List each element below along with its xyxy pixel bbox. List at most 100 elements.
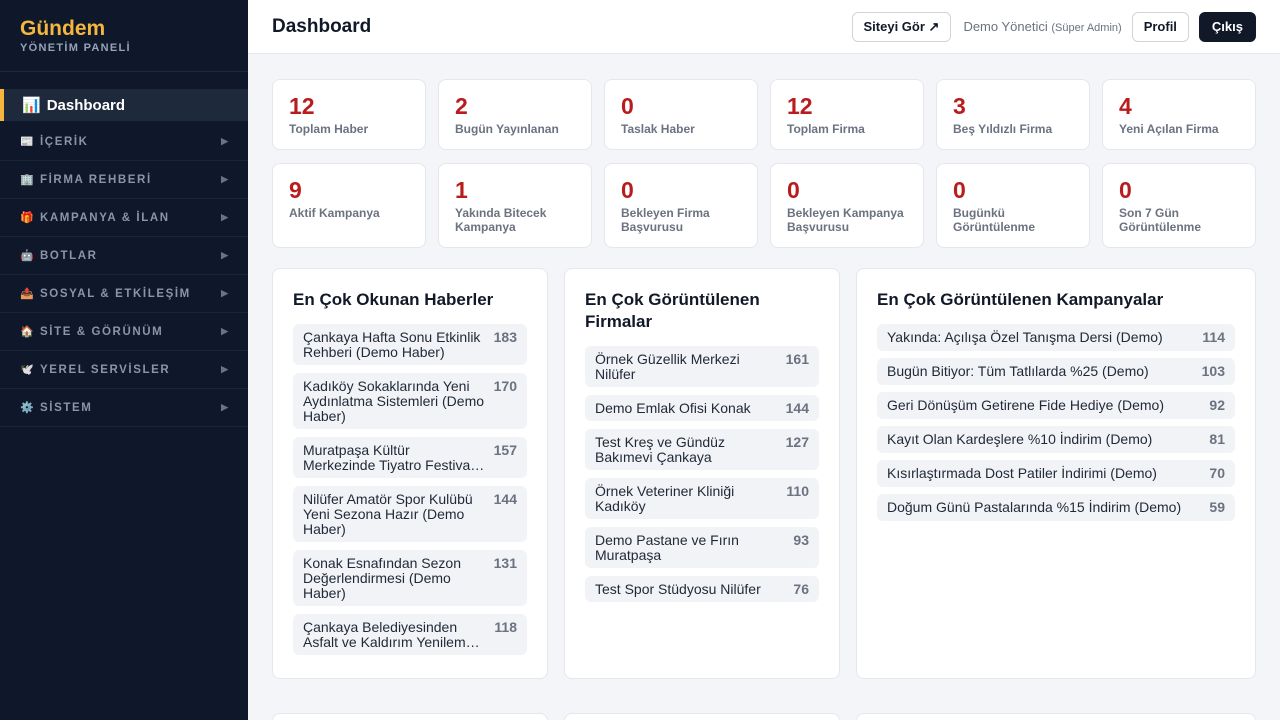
list-item[interactable]: Yakında: Açılışa Özel Tanışma Dersi (Dem…	[877, 324, 1235, 351]
item-count: 92	[1209, 397, 1225, 413]
sidebar-item-botlar[interactable]: 🤖 BOTLAR ▶	[0, 237, 248, 275]
newspaper-icon: 📰	[20, 136, 34, 148]
item-name: Demo Emlak Ofisi Konak	[595, 400, 751, 416]
stat-card: 12 Toplam Haber	[272, 79, 426, 150]
panel-title: En Çok Görüntülenen Kampanyalar	[877, 290, 1164, 309]
brand[interactable]: Gündem YÖNETİM PANELİ	[0, 0, 248, 72]
item-count: 131	[493, 555, 517, 571]
stat-label: Aktif Kampanya	[289, 206, 380, 220]
list-item[interactable]: Kayıt Olan Kardeşlere %10 İndirim (Demo)…	[877, 426, 1235, 453]
expand-arrow-icon: ▶	[221, 288, 228, 298]
item-name: Nilüfer Amatör Spor Kulübü Yeni Sezona H…	[303, 491, 473, 537]
stat-card: 3 Beş Yıldızlı Firma	[936, 79, 1090, 150]
next-panel	[856, 713, 1256, 720]
list-item[interactable]: Örnek Güzellik Merkezi Nilüfer 161	[585, 346, 819, 387]
sidebar-item-yerel-servisler[interactable]: 🕊️ YEREL SERVİSLER ▶	[0, 351, 248, 389]
stat-label: Toplam Haber	[289, 122, 369, 136]
profile-button[interactable]: Profil	[1131, 11, 1189, 42]
top-header: Dashboard Siteyi Gör ↗ Demo Yönetici (Sü…	[248, 0, 1280, 54]
next-panel	[272, 713, 548, 720]
stat-label: Yeni Açılan Firma	[1119, 122, 1219, 136]
list-item[interactable]: Demo Pastane ve Fırın Muratpaşa 93	[585, 527, 819, 568]
expand-arrow-icon: ▶	[221, 250, 228, 260]
sidebar-item-label: BOTLAR	[40, 249, 98, 262]
stat-value: 2	[455, 93, 468, 119]
item-count: 110	[786, 483, 809, 499]
stat-card: 2 Bugün Yayınlanan	[438, 79, 592, 150]
stat-value: 0	[1119, 177, 1132, 203]
item-name: Bugün Bitiyor: Tüm Tatlılarda %25 (Demo)	[887, 363, 1149, 379]
expand-arrow-icon: ▶	[221, 136, 228, 146]
item-name: Örnek Güzellik Merkezi Nilüfer	[595, 351, 740, 382]
list-item[interactable]: Kısırlaştırmada Dost Patiler İndirimi (D…	[877, 460, 1235, 487]
item-name: Kayıt Olan Kardeşlere %10 İndirim (Demo)	[887, 431, 1153, 447]
stat-value: 0	[621, 177, 634, 203]
sidebar-item-site-gorunum[interactable]: 🏠 SİTE & GÖRÜNÜM ▶	[0, 313, 248, 351]
stat-card: 0 Bekleyen Firma Başvurusu	[604, 163, 758, 248]
item-name: Çankaya Belediyesinden Asfalt ve Kaldırı…	[303, 620, 474, 650]
item-count: 127	[785, 434, 809, 450]
sidebar-item-label: SİTE & GÖRÜNÜM	[40, 325, 164, 338]
item-name: Yakında: Açılışa Özel Tanışma Dersi (Dem…	[887, 329, 1163, 345]
sidebar-item-label: İÇERİK	[40, 135, 89, 148]
sidebar: Gündem YÖNETİM PANELİ 📊 Dashboard 📰 İÇER…	[0, 0, 248, 720]
gear-icon: ⚙️	[20, 402, 34, 414]
sidebar-item-sosyal-etkilesim[interactable]: 📤 SOSYAL & ETKİLEŞİM ▶	[0, 275, 248, 313]
item-name: Kısırlaştırmada Dost Patiler İndirimi (D…	[887, 465, 1157, 481]
item-count: 70	[1209, 465, 1225, 481]
expand-arrow-icon: ▶	[221, 402, 228, 412]
stat-card: 9 Aktif Kampanya	[272, 163, 426, 248]
list-item[interactable]: Çankaya Belediyesinden Asfalt ve Kaldırı…	[293, 614, 527, 655]
stat-card: 1 Yakında Bitecek Kampanya	[438, 163, 592, 248]
user-name: Demo Yönetici	[963, 19, 1048, 34]
sidebar-item-sistem[interactable]: ⚙️ SİSTEM ▶	[0, 389, 248, 427]
robot-icon: 🤖	[20, 250, 34, 262]
list-item[interactable]: Örnek Veteriner Kliniği Kadıköy 110	[585, 478, 819, 519]
list-item[interactable]: Test Kreş ve Gündüz Bakımevi Çankaya 127	[585, 429, 819, 470]
item-count: 103	[1201, 363, 1225, 379]
outbox-icon: 📤	[20, 288, 34, 300]
list-item[interactable]: Konak Esnafından Sezon Değerlendirmesi (…	[293, 550, 527, 606]
item-name: Test Kreş ve Gündüz Bakımevi Çankaya	[595, 434, 725, 465]
list-item[interactable]: Doğum Günü Pastalarında %15 İndirim (Dem…	[877, 494, 1235, 521]
list-item[interactable]: Geri Dönüşüm Getirene Fide Hediye (Demo)…	[877, 392, 1235, 419]
item-count: 183	[493, 329, 517, 345]
panel-title: En Çok Okunan Haberler	[293, 290, 494, 309]
sidebar-item-label: SOSYAL & ETKİLEŞİM	[40, 287, 191, 300]
stat-card: 12 Toplam Firma	[770, 79, 924, 150]
item-name: Demo Pastane ve Fırın Muratpaşa	[595, 532, 739, 563]
brand-subtitle: YÖNETİM PANELİ	[20, 42, 131, 54]
list-item[interactable]: Muratpaşa Kültür Merkezinde Tiyatro Fest…	[293, 437, 527, 478]
house-icon: 🏠	[20, 326, 34, 338]
sidebar-item-dashboard[interactable]: 📊 Dashboard	[0, 89, 248, 121]
list-item[interactable]: Demo Emlak Ofisi Konak 144	[585, 395, 819, 421]
stat-value: 12	[787, 93, 813, 119]
expand-arrow-icon: ▶	[221, 364, 228, 374]
view-site-button[interactable]: Siteyi Gör ↗	[851, 11, 952, 42]
list-item[interactable]: Bugün Bitiyor: Tüm Tatlılarda %25 (Demo)…	[877, 358, 1235, 385]
sidebar-item-label: Dashboard	[46, 96, 126, 114]
expand-arrow-icon: ▶	[221, 326, 228, 336]
list-item[interactable]: Test Spor Stüdyosu Nilüfer 76	[585, 576, 819, 602]
sidebar-item-kampanya-ilan[interactable]: 🎁 KAMPANYA & İLAN ▶	[0, 199, 248, 237]
stat-card: 0 Bugünkü Görüntülenme	[936, 163, 1090, 248]
sidebar-item-icerik[interactable]: 📰 İÇERİK ▶	[0, 123, 248, 161]
item-count: 81	[1209, 431, 1225, 447]
item-name: Örnek Veteriner Kliniği Kadıköy	[595, 483, 735, 514]
list-item[interactable]: Nilüfer Amatör Spor Kulübü Yeni Sezona H…	[293, 486, 527, 542]
list-item[interactable]: Kadıköy Sokaklarında Yeni Aydınlatma Sis…	[293, 373, 527, 429]
stat-value: 0	[621, 93, 634, 119]
item-name: Doğum Günü Pastalarında %15 İndirim (Dem…	[887, 499, 1182, 515]
item-count: 144	[493, 491, 517, 507]
item-count: 93	[793, 532, 809, 548]
stat-card: 0 Bekleyen Kampanya Başvurusu	[770, 163, 924, 248]
sidebar-item-firma-rehberi[interactable]: 🏢 FİRMA REHBERİ ▶	[0, 161, 248, 199]
sidebar-item-label: FİRMA REHBERİ	[40, 173, 152, 186]
expand-arrow-icon: ▶	[221, 212, 228, 222]
stat-card: 0 Taslak Haber	[604, 79, 758, 150]
list-item[interactable]: Çankaya Hafta Sonu Etkinlik Rehberi (Dem…	[293, 324, 527, 365]
logout-button[interactable]: Çıkış	[1198, 11, 1256, 42]
office-building-icon: 🏢	[20, 174, 34, 186]
stat-value: 0	[787, 177, 800, 203]
stat-value: 1	[455, 177, 468, 203]
